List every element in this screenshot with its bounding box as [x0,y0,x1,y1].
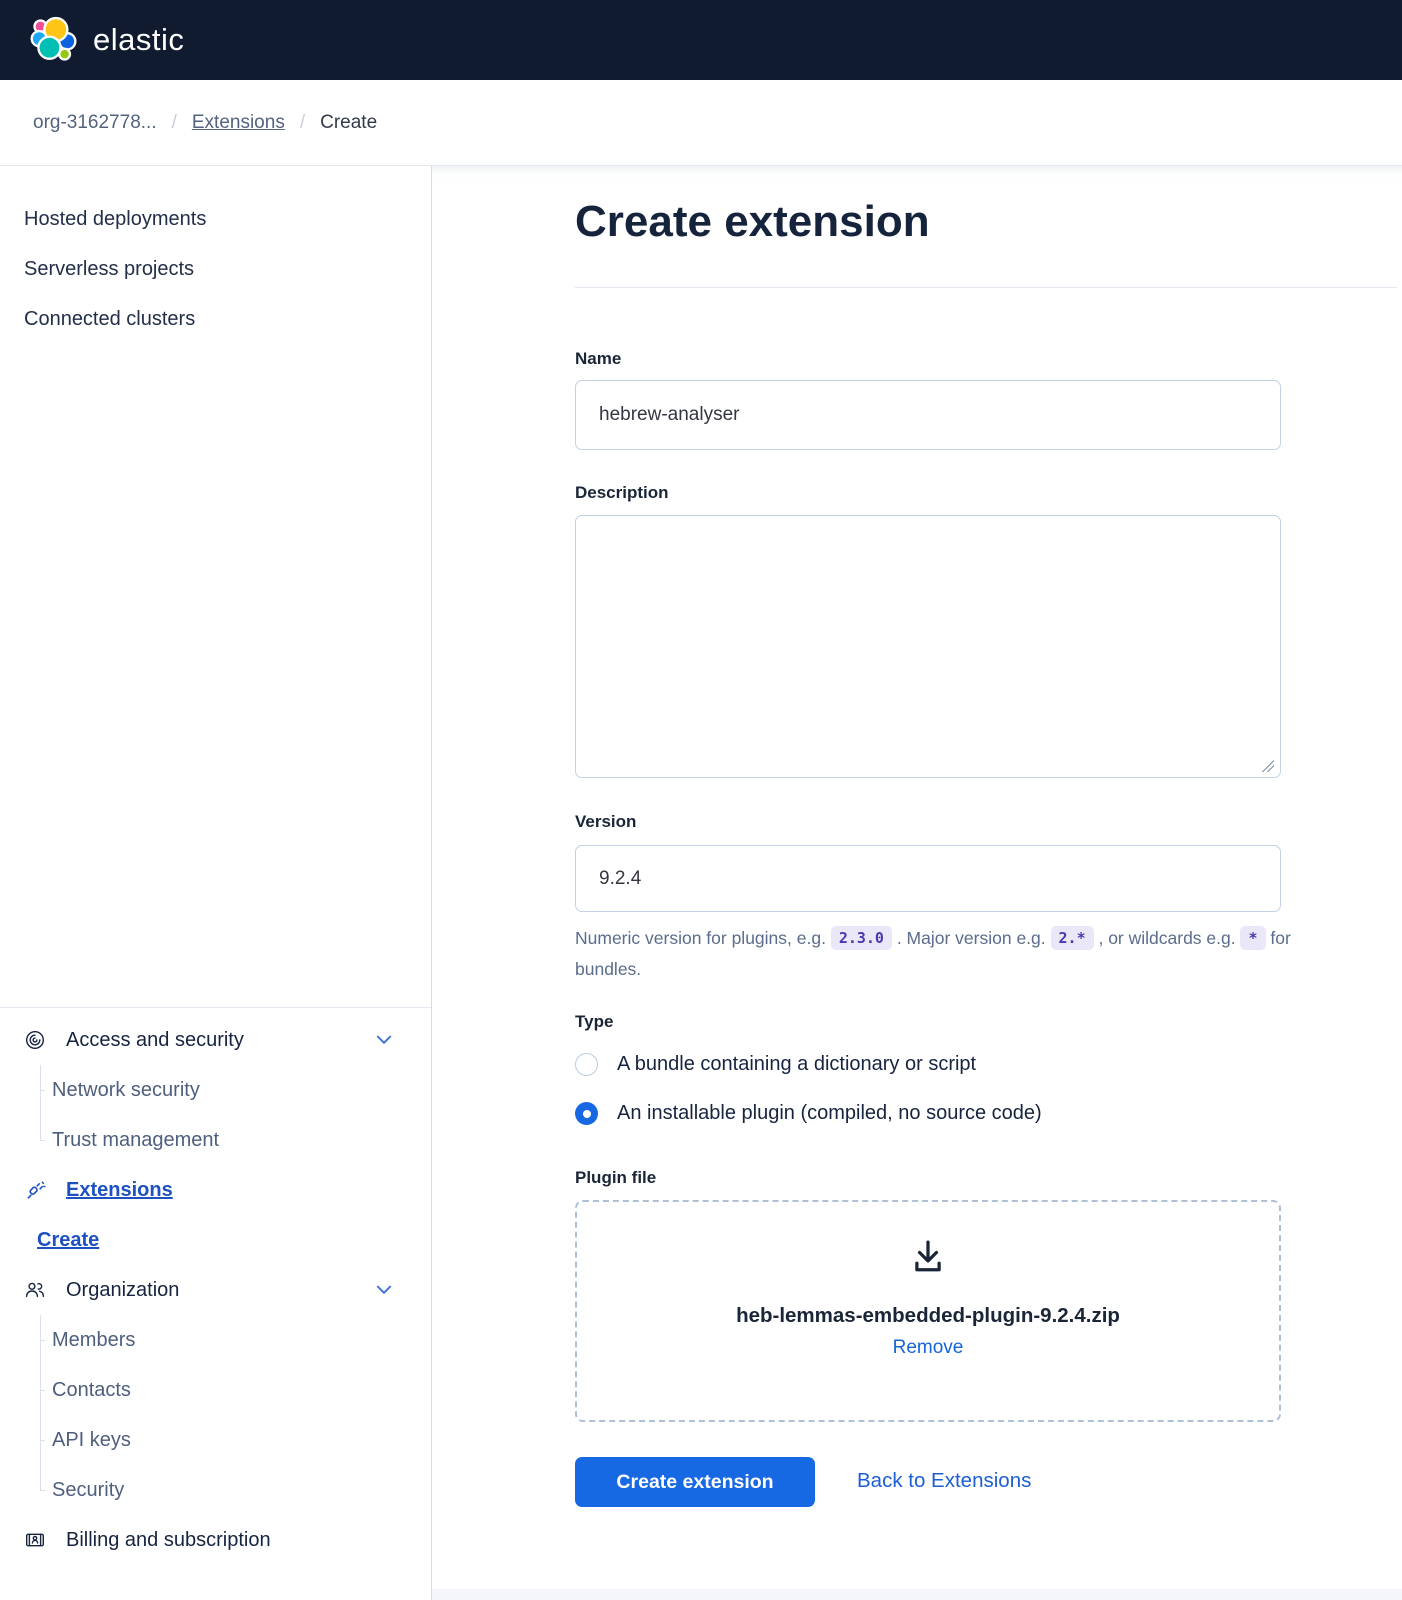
version-hint: Numeric version for plugins, e.g. 2.3.0 … [575,926,1291,979]
radio-option-label: A bundle containing a dictionary or scri… [617,1053,977,1075]
sidebar-item-label: Access and security [66,1028,244,1051]
sidebar-item-serverless-projects[interactable]: Serverless projects [0,244,431,294]
textarea-resize-handle[interactable] [1262,760,1274,772]
app-window: elastic org-3162778... / Extensions / Cr… [0,0,1402,1600]
plug-icon [25,1180,46,1201]
plugin-file-label: Plugin file [575,1168,657,1187]
sidebar-item-members[interactable]: Members [40,1315,431,1365]
breadcrumb: org-3162778... / Extensions / Create [0,80,1402,166]
version-label: Version [575,812,637,831]
sidebar-item-create[interactable]: Create [0,1215,431,1265]
sidebar-item-security[interactable]: Security [40,1465,431,1515]
type-label: Type [575,1012,614,1031]
sidebar-item-organization[interactable]: Organization [0,1265,431,1315]
code-chip: * [1240,926,1266,950]
radio-unselected-icon[interactable] [575,1053,598,1076]
import-download-icon [905,1236,951,1282]
sidebar-item-extensions[interactable]: Extensions [0,1165,431,1215]
logo-wordmark: elastic [93,22,185,57]
sidebar-item-hosted-deployments[interactable]: Hosted deployments [0,194,431,244]
main-content: Create extension Name Description Versio… [432,166,1402,1600]
plugin-file-dropzone[interactable]: heb-lemmas-embedded-plugin-9.2.4.zip Rem… [575,1200,1281,1422]
top-header-bar: elastic [0,0,1402,80]
uploaded-filename: heb-lemmas-embedded-plugin-9.2.4.zip [736,1304,1120,1327]
description-label: Description [575,483,669,502]
code-chip: 2.3.0 [830,926,892,950]
page-title: Create extension [575,197,930,246]
breadcrumb-extensions[interactable]: Extensions [192,112,285,134]
version-input[interactable] [575,845,1281,912]
breadcrumb-org[interactable]: org-3162778... [33,112,157,134]
title-divider [575,287,1397,288]
radio-option-plugin[interactable]: An installable plugin (compiled, no sour… [575,1102,1042,1125]
radio-option-bundle[interactable]: A bundle containing a dictionary or scri… [575,1053,976,1076]
back-to-extensions-link[interactable]: Back to Extensions [857,1469,1031,1493]
code-chip: 2.* [1050,926,1094,950]
sidebar-nav: Access and security Network security Tru… [0,1015,431,1565]
remove-file-link[interactable]: Remove [893,1337,964,1359]
sidebar-item-trust-management[interactable]: Trust management [40,1115,431,1165]
name-label: Name [575,349,622,368]
create-extension-button[interactable]: Create extension [575,1457,815,1507]
access-security-icon [25,1030,45,1050]
chevron-down-icon [375,1281,393,1299]
sidebar-item-contacts[interactable]: Contacts [40,1365,431,1415]
breadcrumb-separator: / [171,111,177,133]
people-icon [25,1280,45,1300]
elastic-logo-icon[interactable] [30,16,80,64]
sidebar-item-label: Billing and subscription [66,1528,271,1551]
sidebar-item-api-keys[interactable]: API keys [40,1415,431,1465]
sidebar-item-label: Extensions [66,1178,173,1201]
sidebar-divider [0,1007,431,1008]
sidebar-item-access-and-security[interactable]: Access and security [0,1015,431,1065]
sidebar-item-label: Create [37,1228,100,1251]
sidebar-item-billing[interactable]: Billing and subscription [0,1515,431,1565]
radio-selected-icon[interactable] [575,1102,598,1125]
chevron-down-icon [375,1031,393,1049]
sidebar: Hosted deployments Serverless projects C… [0,166,432,1600]
radio-option-label: An installable plugin (compiled, no sour… [617,1102,1042,1124]
access-subgroup: Network security Trust management [40,1065,431,1165]
name-input[interactable] [575,380,1281,450]
footer-strip [432,1589,1402,1600]
breadcrumb-create: Create [320,111,378,133]
sidebar-item-network-security[interactable]: Network security [40,1065,431,1115]
breadcrumb-separator: / [299,111,306,133]
sidebar-item-label: Organization [66,1278,180,1301]
organization-subgroup: Members Contacts API keys Security [40,1315,431,1515]
billing-card-icon [25,1530,45,1550]
description-textarea[interactable] [575,515,1281,778]
sidebar-item-connected-clusters[interactable]: Connected clusters [0,294,431,344]
